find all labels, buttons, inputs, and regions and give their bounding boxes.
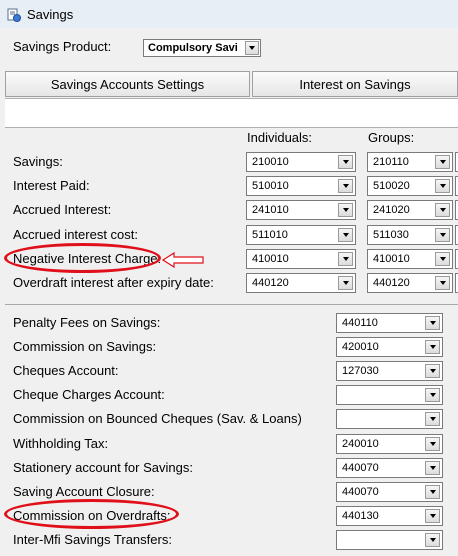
account-row-label: Saving Account Closure:: [13, 483, 155, 499]
arrow-left-icon: [162, 252, 204, 268]
chevron-down-icon[interactable]: [338, 276, 353, 290]
dropdown-value: 510020: [373, 180, 410, 193]
account-select[interactable]: [336, 529, 443, 550]
account-row-label: Cheques Account:: [13, 363, 119, 379]
chevron-down-icon[interactable]: [425, 508, 440, 523]
account-row-label: Savings:: [13, 154, 63, 169]
individuals-account-select[interactable]: 210010: [246, 152, 356, 172]
dropdown-value: 510010: [252, 180, 289, 193]
chevron-down-icon[interactable]: [338, 203, 353, 218]
dropdown-value: 440120: [373, 277, 410, 289]
chevron-down-icon[interactable]: [425, 388, 440, 403]
highlight-ellipse-commission-overdrafts: [4, 499, 179, 529]
dropdown-value: 511030: [373, 228, 409, 241]
dropdown-value: 440070: [342, 485, 379, 498]
account-row-label: Stationery account for Savings:: [13, 459, 193, 475]
groups-account-select[interactable]: 511030: [367, 224, 453, 245]
account-row-label: Commission on Bounced Cheques (Sav. & Lo…: [13, 411, 302, 427]
account-select[interactable]: 440070: [336, 481, 443, 502]
dropdown-value: 440120: [252, 277, 289, 289]
savings-product-value: Compulsory Savi: [148, 42, 238, 54]
chevron-down-icon[interactable]: [245, 41, 259, 55]
savings-settings-panel: Savings Product: Compulsory Savi Savings…: [0, 28, 458, 556]
column-header-groups: Groups:: [368, 130, 415, 145]
chevron-down-icon[interactable]: [435, 203, 450, 218]
account-select[interactable]: 240010: [336, 433, 443, 454]
tab-savings-accounts-settings[interactable]: Savings Accounts Settings: [5, 71, 250, 97]
chevron-down-icon[interactable]: [435, 251, 450, 266]
groups-account-select[interactable]: 510020: [367, 176, 453, 197]
account-row-label: Overdraft interest after expiry date:: [13, 275, 214, 290]
account-row-label: Cheque Charges Account:: [13, 387, 165, 403]
account-row-label: Accrued interest cost:: [13, 226, 138, 242]
account-row-label: Accrued Interest:: [13, 202, 112, 218]
savings-product-select[interactable]: Compulsory Savi: [143, 39, 261, 57]
individuals-account-select[interactable]: 510010: [246, 176, 356, 197]
dropdown-value: 440130: [342, 509, 379, 522]
chevron-down-icon[interactable]: [435, 227, 450, 242]
chevron-down-icon[interactable]: [425, 532, 440, 547]
dropdown-value: 210110: [373, 156, 409, 168]
account-row-label: Penalty Fees on Savings:: [13, 315, 161, 330]
account-select[interactable]: 420010: [336, 337, 443, 358]
dropdown-value: 440110: [342, 317, 378, 329]
savings-product-label: Savings Product:: [13, 39, 112, 54]
dropdown-value: 210010: [252, 156, 289, 168]
account-row-label: Interest Paid:: [13, 178, 90, 194]
tab-interest-on-savings[interactable]: Interest on Savings: [252, 71, 458, 97]
window-title: Savings: [27, 7, 74, 22]
chevron-down-icon[interactable]: [425, 340, 440, 355]
chevron-down-icon[interactable]: [425, 436, 440, 451]
chevron-down-icon[interactable]: [425, 364, 440, 379]
chevron-down-icon[interactable]: [425, 460, 440, 475]
groups-account-select[interactable]: 410010: [367, 248, 453, 269]
individuals-account-select[interactable]: 440120: [246, 273, 356, 293]
groups-account-select[interactable]: 210110: [367, 152, 453, 172]
dropdown-value: 511010: [252, 228, 288, 241]
chevron-down-icon[interactable]: [338, 155, 353, 169]
individuals-account-select[interactable]: 410010: [246, 248, 356, 269]
column-header-individuals: Individuals:: [247, 130, 313, 145]
account-select[interactable]: [336, 409, 443, 430]
dropdown-value: 440070: [342, 461, 379, 474]
dropdown-value: 127030: [342, 365, 379, 378]
individuals-account-select[interactable]: 241010: [246, 200, 356, 221]
groups-account-select[interactable]: 241020: [367, 200, 453, 221]
chevron-down-icon[interactable]: [435, 179, 450, 194]
account-row-label: Inter-Mfi Savings Transfers:: [13, 531, 172, 547]
chevron-down-icon[interactable]: [425, 484, 440, 499]
tab-strip: Savings Accounts Settings Interest on Sa…: [5, 71, 458, 97]
chevron-down-icon[interactable]: [425, 412, 440, 427]
tab-content-header: [5, 98, 458, 128]
dropdown-value: 410010: [373, 252, 410, 265]
dropdown-value: 241010: [252, 204, 289, 217]
dropdown-value: 420010: [342, 341, 379, 354]
chevron-down-icon[interactable]: [338, 227, 353, 242]
individuals-account-select[interactable]: 511010: [246, 224, 356, 245]
chevron-down-icon[interactable]: [338, 251, 353, 266]
account-select[interactable]: 440130: [336, 505, 443, 526]
section-divider: [5, 304, 458, 305]
account-row-label: Commission on Savings:: [13, 339, 157, 355]
dropdown-value: 410010: [252, 252, 289, 265]
dropdown-value: 240010: [342, 437, 379, 450]
account-row-label: Withholding Tax:: [13, 435, 109, 451]
account-select[interactable]: [336, 385, 443, 406]
chevron-down-icon[interactable]: [338, 179, 353, 194]
dropdown-value: 241020: [373, 204, 410, 217]
window-title-bar: Savings: [0, 0, 458, 29]
account-select[interactable]: 440070: [336, 457, 443, 478]
chevron-down-icon[interactable]: [425, 316, 440, 330]
account-select[interactable]: 440110: [336, 313, 443, 333]
chevron-down-icon[interactable]: [435, 276, 450, 290]
chevron-down-icon[interactable]: [435, 155, 450, 169]
highlight-ellipse-negative-interest: [4, 243, 161, 273]
account-select[interactable]: 127030: [336, 361, 443, 382]
groups-account-select[interactable]: 440120: [367, 273, 453, 293]
savings-app-icon: [7, 8, 21, 22]
